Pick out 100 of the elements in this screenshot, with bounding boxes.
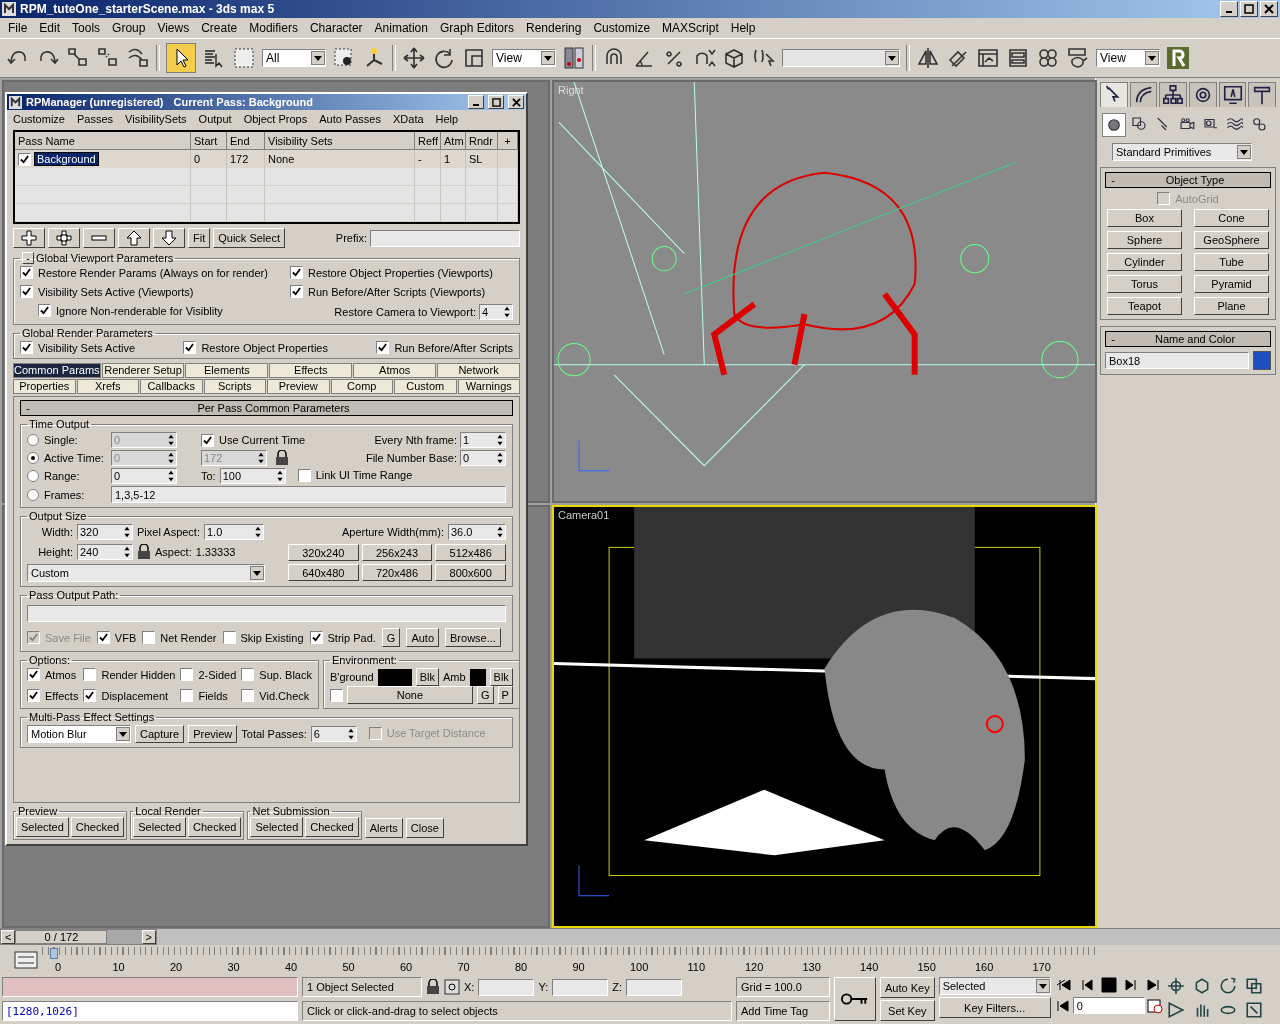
rollout-header[interactable]: - Per Pass Common Parameters bbox=[20, 400, 513, 416]
spinner-field[interactable]: 240 bbox=[77, 544, 133, 560]
key-filters-button[interactable]: Key Filters... bbox=[938, 997, 1051, 1018]
orbit-icon[interactable] bbox=[1218, 977, 1237, 995]
viewport-label[interactable]: Camera01 bbox=[558, 509, 610, 521]
move-up-button[interactable] bbox=[118, 228, 150, 248]
spinner-arrows-icon[interactable] bbox=[275, 469, 284, 483]
viewport[interactable]: Camera01 bbox=[552, 505, 1097, 928]
command-panel-tab[interactable] bbox=[1100, 82, 1128, 107]
tab[interactable]: Atmos bbox=[353, 363, 437, 378]
bind-icon[interactable] bbox=[126, 46, 150, 70]
resolution-preset-button[interactable]: 800x600 bbox=[435, 564, 506, 581]
output-path-field[interactable] bbox=[27, 605, 506, 622]
lock-icon[interactable] bbox=[275, 450, 289, 466]
menu-item[interactable]: Customize bbox=[587, 21, 657, 35]
time-slider-thumb[interactable]: 0 / 172 bbox=[15, 930, 108, 944]
field-of-view-icon[interactable] bbox=[1166, 1001, 1185, 1019]
spinner-field[interactable]: 4 bbox=[479, 304, 513, 320]
duplicate-pass-button[interactable] bbox=[48, 228, 80, 248]
lock-icon[interactable] bbox=[137, 544, 151, 560]
spinner-arrows-icon[interactable] bbox=[503, 305, 511, 319]
render-button[interactable]: Selected bbox=[16, 817, 69, 837]
checkbox[interactable] bbox=[241, 689, 255, 702]
checkbox[interactable] bbox=[142, 631, 156, 644]
menu-item[interactable]: Character bbox=[303, 21, 369, 35]
current-frame-marker[interactable] bbox=[50, 948, 58, 959]
command-panel-tab[interactable] bbox=[1129, 82, 1158, 107]
tab[interactable]: Custom bbox=[394, 379, 457, 394]
menu-item[interactable]: Customize bbox=[7, 113, 71, 125]
effect-button[interactable]: Preview bbox=[188, 725, 238, 743]
mirror-icon[interactable] bbox=[916, 46, 940, 70]
key-mode-dropdown[interactable]: Selected bbox=[938, 977, 1051, 995]
menu-item[interactable]: Object Props bbox=[237, 113, 314, 125]
curve-editor-icon[interactable] bbox=[14, 951, 38, 969]
radio-button[interactable] bbox=[27, 488, 39, 501]
tab[interactable]: Scripts bbox=[203, 379, 266, 394]
object-color-swatch[interactable] bbox=[1253, 351, 1271, 370]
toolbar-button[interactable]: Fit bbox=[188, 228, 211, 248]
checkbox[interactable] bbox=[27, 668, 40, 681]
maximize-viewport-icon[interactable] bbox=[1244, 977, 1263, 995]
checkbox[interactable] bbox=[297, 468, 311, 482]
effect-button[interactable]: Capture bbox=[135, 725, 185, 743]
collapse-button[interactable]: - bbox=[21, 402, 35, 414]
tab[interactable]: Renderer Setup bbox=[101, 363, 185, 378]
pivot-center-icon[interactable] bbox=[562, 46, 586, 70]
key-mode-toggle-icon[interactable] bbox=[1054, 997, 1071, 1014]
render-type-dropdown[interactable]: View bbox=[1096, 49, 1160, 67]
tab[interactable]: Xrefs bbox=[76, 379, 139, 394]
effect-dropdown[interactable]: Motion Blur bbox=[27, 725, 131, 743]
object-type-button[interactable]: Teapot bbox=[1107, 297, 1182, 315]
menu-item[interactable]: Group bbox=[106, 21, 152, 35]
spinner-arrows-icon[interactable] bbox=[167, 469, 175, 483]
render-button[interactable]: Selected bbox=[250, 817, 304, 837]
set-key-button[interactable]: Set Key bbox=[880, 1000, 935, 1021]
column-header[interactable]: Visibility Sets bbox=[265, 132, 415, 150]
previous-frame-button[interactable]: < bbox=[1, 930, 16, 944]
menu-item[interactable]: Edit bbox=[33, 21, 67, 35]
spinner-field[interactable]: 0 bbox=[460, 450, 506, 466]
spinner-arrows-icon[interactable] bbox=[496, 433, 504, 447]
tab[interactable]: Network bbox=[437, 363, 521, 378]
checkbox[interactable] bbox=[83, 689, 97, 702]
tab[interactable]: Preview bbox=[267, 379, 330, 394]
checkbox[interactable] bbox=[20, 285, 33, 298]
reference-coordinate-dropdown[interactable]: View bbox=[492, 49, 556, 67]
time-slider-track[interactable]: < 0 / 172 > bbox=[0, 929, 157, 945]
pass-name-field[interactable]: Background bbox=[34, 152, 99, 166]
menu-item[interactable]: XData bbox=[387, 113, 430, 125]
prefix-field[interactable] bbox=[370, 229, 520, 247]
spinner-field[interactable]: 1 bbox=[460, 432, 506, 448]
ambient-color-swatch[interactable] bbox=[469, 668, 486, 686]
path-button[interactable]: G bbox=[381, 628, 401, 647]
checkbox[interactable] bbox=[180, 668, 194, 681]
preset-dropdown[interactable]: Custom bbox=[27, 564, 265, 582]
column-header[interactable]: End bbox=[227, 132, 265, 150]
object-type-button[interactable]: Cone bbox=[1194, 209, 1269, 227]
checkbox[interactable] bbox=[376, 341, 390, 354]
scale-icon[interactable] bbox=[462, 46, 486, 70]
blk-button[interactable]: Blk bbox=[489, 668, 513, 686]
tab[interactable]: Effects bbox=[269, 363, 353, 378]
column-header[interactable]: Start bbox=[191, 132, 227, 150]
checkbox[interactable] bbox=[83, 668, 97, 681]
spinner-field[interactable]: 1.0 bbox=[204, 524, 264, 540]
resolution-preset-button[interactable]: 256x243 bbox=[361, 544, 433, 561]
maxscript-listener-field[interactable] bbox=[2, 977, 298, 997]
path-button[interactable]: Auto bbox=[406, 628, 440, 647]
spinner-arrows-icon[interactable] bbox=[123, 545, 131, 559]
add-pass-button[interactable] bbox=[13, 228, 45, 248]
coordinate-field[interactable] bbox=[626, 978, 682, 996]
render-button[interactable]: Selected bbox=[133, 817, 187, 837]
collapse-button[interactable]: - bbox=[22, 252, 34, 264]
frames-field[interactable]: 1,3,5-12 bbox=[111, 486, 506, 503]
menu-item[interactable]: MAXScript bbox=[656, 21, 725, 35]
environment-map-button[interactable]: None bbox=[346, 686, 473, 704]
toolbar-button[interactable]: Quick Select bbox=[213, 228, 285, 248]
map-option-button[interactable]: G bbox=[476, 686, 494, 704]
tab[interactable]: Comp bbox=[330, 379, 393, 394]
tab[interactable]: Elements bbox=[185, 363, 269, 378]
track-view-icon[interactable] bbox=[976, 46, 1000, 70]
column-header[interactable]: Atm bbox=[441, 132, 466, 150]
remove-pass-button[interactable] bbox=[83, 228, 115, 248]
